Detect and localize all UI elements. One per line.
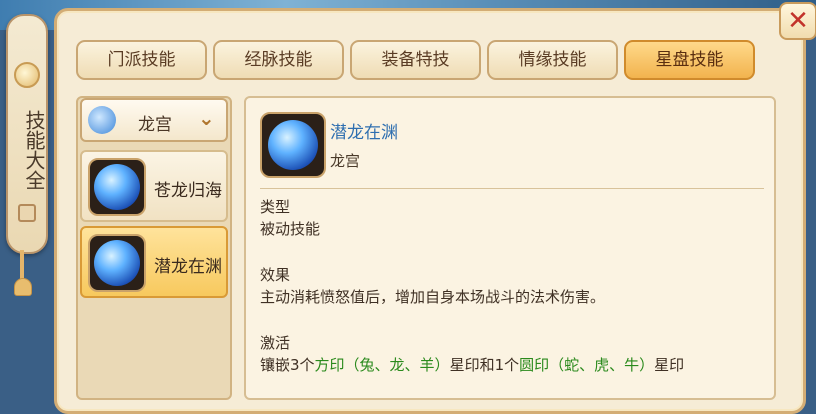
seal-icon bbox=[18, 204, 36, 222]
chevron-down-icon: ⌄ bbox=[198, 106, 215, 130]
dragon-orb-icon bbox=[94, 240, 140, 286]
close-button[interactable]: ✕ bbox=[779, 2, 816, 40]
tassel-cord bbox=[20, 250, 24, 280]
skill-icon bbox=[88, 234, 146, 292]
activation-text-3: 星印 bbox=[654, 356, 685, 374]
skill-encyclopedia-tab[interactable]: 技能大全 bbox=[6, 14, 48, 254]
scroll-knob-icon bbox=[14, 62, 40, 88]
tassel-icon bbox=[14, 278, 32, 296]
tab-equipment-skills[interactable]: 装备特技 bbox=[350, 40, 481, 80]
round-seal-requirement: 圆印（蛇、虎、牛） bbox=[519, 356, 655, 374]
activation-text: 镶嵌3个方印（兔、龙、羊）星印和1个圆印（蛇、虎、牛）星印 bbox=[260, 354, 684, 376]
tab-sect-skills[interactable]: 门派技能 bbox=[76, 40, 207, 80]
effect-heading: 效果 bbox=[260, 266, 291, 284]
skill-list-item-label: 潜龙在渊 bbox=[154, 257, 222, 277]
skill-list-item[interactable]: 苍龙归海 bbox=[80, 150, 228, 222]
school-dropdown[interactable]: 龙宫 ⌄ bbox=[80, 98, 228, 142]
detail-skill-school: 龙宫 bbox=[330, 152, 361, 170]
effect-text: 主动消耗愤怒值后，增加自身本场战斗的法术伤害。 bbox=[260, 288, 606, 306]
skill-icon bbox=[88, 158, 146, 216]
dragon-orb-icon bbox=[94, 164, 140, 210]
sidebar-tab-title: 技能大全 bbox=[22, 110, 46, 190]
tab-bar: 门派技能 经脉技能 装备特技 情缘技能 星盘技能 bbox=[76, 40, 755, 82]
dragon-palace-emblem-icon bbox=[88, 106, 116, 134]
type-value: 被动技能 bbox=[260, 220, 321, 238]
activation-text-1: 镶嵌3个 bbox=[260, 356, 315, 374]
tab-star-chart-skills[interactable]: 星盘技能 bbox=[624, 40, 755, 80]
tab-meridian-skills[interactable]: 经脉技能 bbox=[213, 40, 344, 80]
tab-bond-skills[interactable]: 情缘技能 bbox=[487, 40, 618, 80]
close-icon: ✕ bbox=[787, 6, 809, 36]
skill-list-item-selected[interactable]: 潜龙在渊 bbox=[80, 226, 228, 298]
skill-detail-panel: 潜龙在渊 龙宫 类型 被动技能 效果 主动消耗愤怒值后，增加自身本场战斗的法术伤… bbox=[244, 96, 776, 400]
detail-skill-icon bbox=[260, 112, 326, 178]
type-heading: 类型 bbox=[260, 198, 291, 216]
activation-heading: 激活 bbox=[260, 334, 291, 352]
activation-text-2: 星印和1个 bbox=[449, 356, 520, 374]
school-dropdown-value: 龙宫 bbox=[138, 115, 172, 135]
detail-divider bbox=[260, 188, 764, 189]
dragon-orb-icon bbox=[268, 120, 318, 170]
skill-list-item-label: 苍龙归海 bbox=[154, 181, 222, 201]
square-seal-requirement: 方印（兔、龙、羊） bbox=[314, 356, 450, 374]
detail-skill-name: 潜龙在渊 bbox=[330, 123, 398, 143]
